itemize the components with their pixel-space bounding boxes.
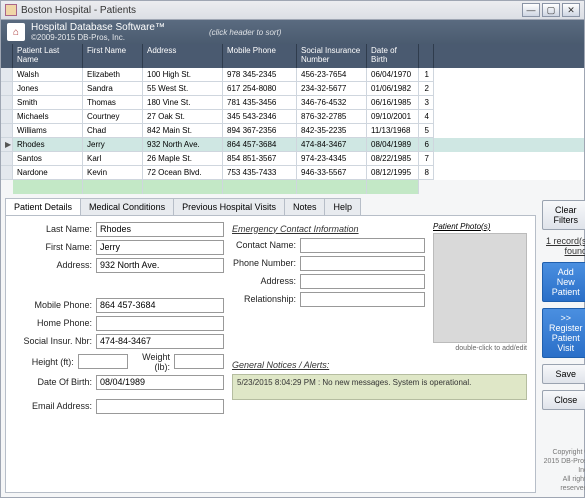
tab-medical-conditions[interactable]: Medical Conditions xyxy=(80,198,174,215)
ssn-label: Social Insur. Nbr: xyxy=(14,336,92,346)
close-button[interactable]: Close xyxy=(542,390,585,410)
tab-patient-details[interactable]: Patient Details xyxy=(5,198,81,215)
sidebar: Clear Filters 1 record(s) found. Add New… xyxy=(542,198,585,493)
notices-box: 5/23/2015 8:04:29 PM : No new messages. … xyxy=(232,374,527,400)
tab-help[interactable]: Help xyxy=(324,198,361,215)
col-address[interactable]: Address xyxy=(143,44,223,68)
window-titlebar: Boston Hospital - Patients — ▢ ✕ xyxy=(0,0,585,20)
col-ssn[interactable]: Social Insurance Number xyxy=(297,44,367,68)
app-header: Hospital Database Software™ ©2009-2015 D… xyxy=(1,20,584,68)
save-button[interactable]: Save xyxy=(542,364,585,384)
maximize-button[interactable]: ▢ xyxy=(542,3,560,17)
app-title: Hospital Database Software™ xyxy=(31,22,165,33)
minimize-button[interactable]: — xyxy=(522,3,540,17)
first-name-input[interactable] xyxy=(96,240,224,255)
mobile-input[interactable] xyxy=(96,298,224,313)
ssn-input[interactable] xyxy=(96,334,224,349)
col-mobile[interactable]: Mobile Phone xyxy=(223,44,297,68)
weight-input[interactable] xyxy=(174,354,224,369)
ec-addr-label: Address: xyxy=(232,276,296,286)
email-label: Email Address: xyxy=(14,401,92,411)
ec-phone-input[interactable] xyxy=(300,256,425,271)
window-title: Boston Hospital - Patients xyxy=(21,5,136,16)
table-row[interactable]: SmithThomas180 Vine St.781 435-3456346-7… xyxy=(1,96,584,110)
table-row[interactable]: SantosKarl26 Maple St.854 851-3567974-23… xyxy=(1,152,584,166)
weight-label: Weight (lb): xyxy=(132,352,170,372)
ec-name-input[interactable] xyxy=(300,238,425,253)
app-copyright-sub: ©2009-2015 DB-Pros, Inc. xyxy=(31,33,165,42)
detail-tabs: Patient Details Medical Conditions Previ… xyxy=(5,198,536,215)
photo-hint: double-click to add/edit xyxy=(433,345,527,352)
close-window-button[interactable]: ✕ xyxy=(562,3,580,17)
col-dob[interactable]: Date of Birth xyxy=(367,44,419,68)
photo-box[interactable] xyxy=(433,233,527,343)
first-name-label: First Name: xyxy=(14,242,92,252)
dob-input[interactable] xyxy=(96,375,224,390)
add-new-patient-button[interactable]: Add New Patient xyxy=(542,262,585,302)
tab-previous-visits[interactable]: Previous Hospital Visits xyxy=(173,198,285,215)
table-row[interactable]: JonesSandra55 West St.617 254-8080234-32… xyxy=(1,82,584,96)
app-icon xyxy=(5,4,17,16)
last-name-label: Last Name: xyxy=(14,224,92,234)
table-row[interactable]: MichaelsCourtney27 Oak St.345 543-234687… xyxy=(1,110,584,124)
email-input[interactable] xyxy=(96,399,224,414)
ec-phone-label: Phone Number: xyxy=(232,258,296,268)
footer-copyright-1: Copyright © 2015 DB-Pros, Inc. xyxy=(542,448,585,475)
footer-copyright-2: All rights reserved. xyxy=(542,475,585,493)
height-input[interactable] xyxy=(78,354,128,369)
patient-details-panel: Last Name: First Name: Address: Mobile P… xyxy=(5,215,536,493)
notices-header: General Notices / Alerts: xyxy=(232,360,527,370)
table-row[interactable]: NardoneKevin72 Ocean Blvd.753 435-743394… xyxy=(1,166,584,180)
records-found-label: 1 record(s) found. xyxy=(542,236,585,256)
emergency-contact-header: Emergency Contact Information xyxy=(232,224,425,234)
dob-label: Date Of Birth: xyxy=(14,377,92,387)
last-name-input[interactable] xyxy=(96,222,224,237)
table-row[interactable]: WilliamsChad842 Main St.894 367-2356842-… xyxy=(1,124,584,138)
home-input[interactable] xyxy=(96,316,224,331)
col-first-name[interactable]: First Name xyxy=(83,44,143,68)
tab-notes[interactable]: Notes xyxy=(284,198,326,215)
address-label: Address: xyxy=(14,260,92,270)
home-label: Home Phone: xyxy=(14,318,92,328)
register-visit-button[interactable]: >> Register Patient Visit xyxy=(542,308,585,358)
photo-label: Patient Photo(s) xyxy=(433,222,527,231)
ec-rel-input[interactable] xyxy=(300,292,425,307)
col-last-name[interactable]: Patient Last Name xyxy=(13,44,83,68)
clear-filters-button[interactable]: Clear Filters xyxy=(542,200,585,230)
height-label: Height (ft): xyxy=(14,357,74,367)
ec-addr-input[interactable] xyxy=(300,274,425,289)
grid-header[interactable]: Patient Last Name First Name Address Mob… xyxy=(1,44,584,68)
address-input[interactable] xyxy=(96,258,224,273)
grid-filter-row[interactable] xyxy=(1,180,584,194)
sort-hint: (click header to sort) xyxy=(209,28,281,37)
ec-rel-label: Relationship: xyxy=(232,294,296,304)
ec-name-label: Contact Name: xyxy=(232,240,296,250)
mobile-label: Mobile Phone: xyxy=(14,300,92,310)
table-row[interactable]: ▶RhodesJerry932 North Ave.864 457-368447… xyxy=(1,138,584,152)
logo-icon xyxy=(7,23,25,41)
patient-grid[interactable]: WalshElizabeth100 High St.978 345-234545… xyxy=(1,68,584,180)
table-row[interactable]: WalshElizabeth100 High St.978 345-234545… xyxy=(1,68,584,82)
